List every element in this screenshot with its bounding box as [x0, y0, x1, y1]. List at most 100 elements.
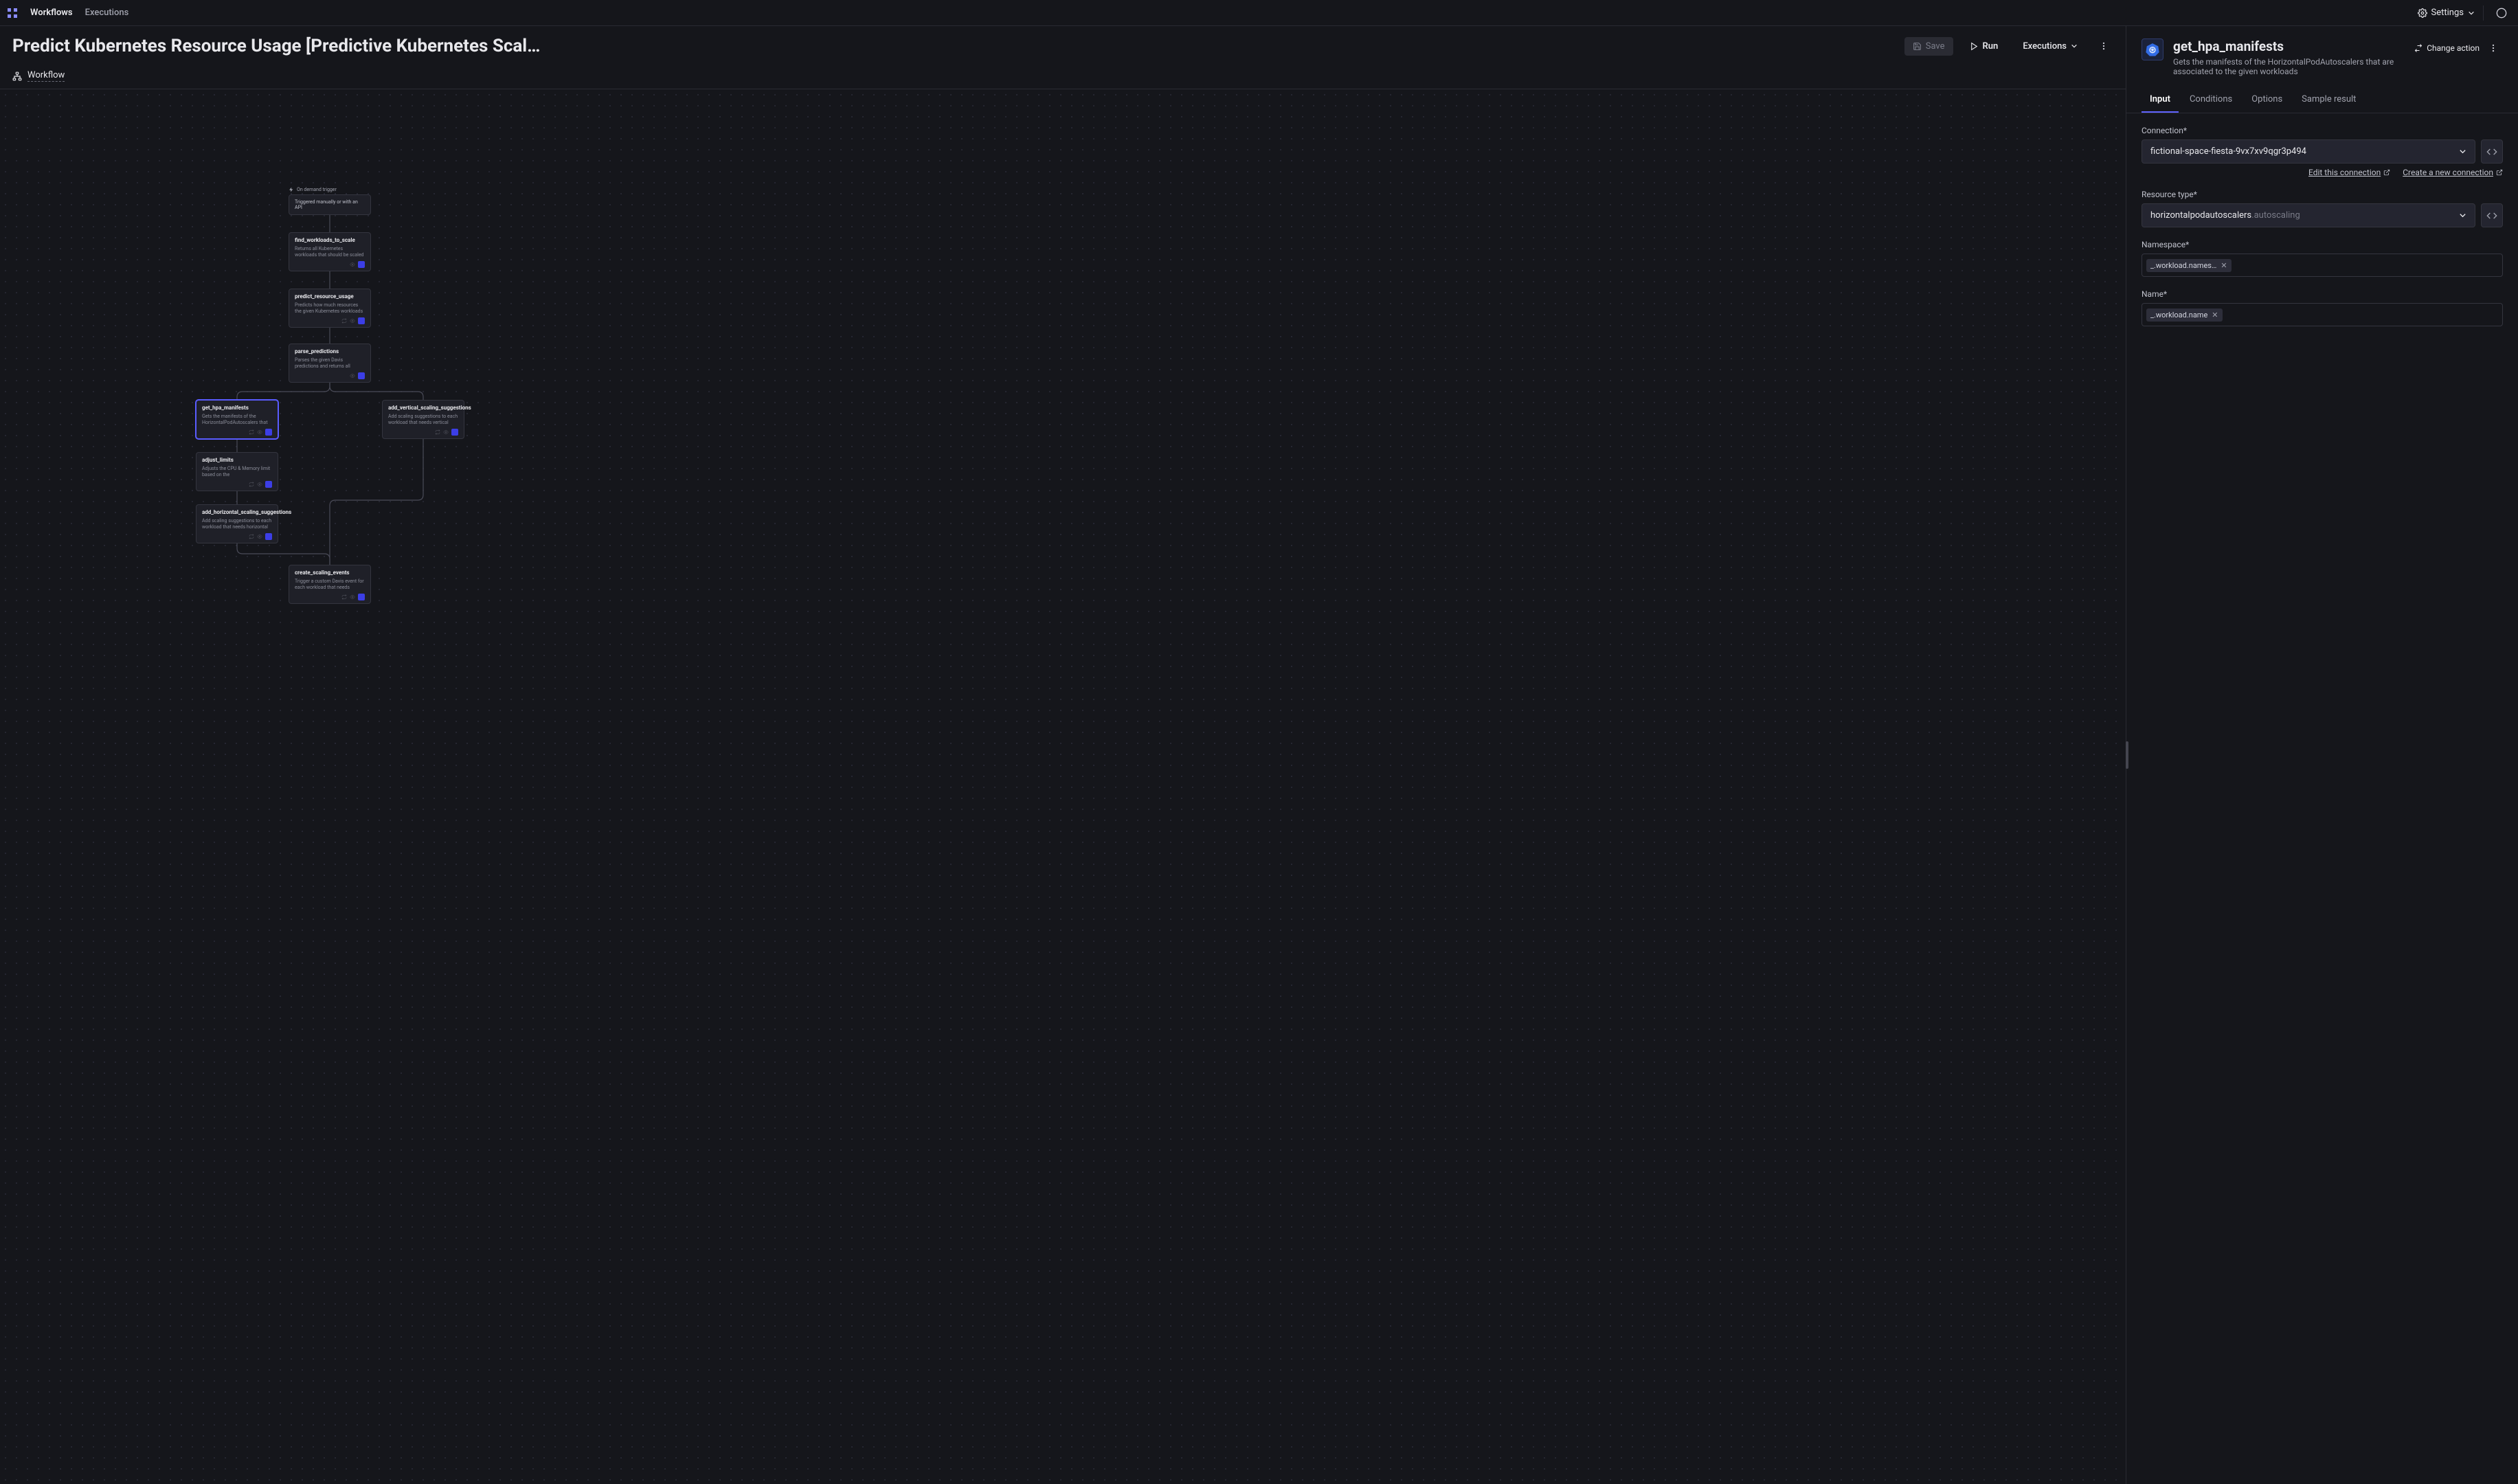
status-badge: [265, 533, 272, 540]
chevron-down-icon: [2459, 148, 2466, 155]
link-label: Edit this connection: [2308, 168, 2381, 177]
node-title: find_workloads_to_scale: [295, 237, 365, 244]
save-label: Save: [1926, 41, 1945, 52]
node-desc: Returns all Kubernetes workloads that sh…: [295, 246, 365, 258]
node-desc: Add scaling suggestions to each workload…: [202, 518, 272, 530]
eye-icon: [257, 429, 262, 435]
external-link-icon: [2496, 169, 2503, 176]
pane-splitter[interactable]: [2126, 741, 2128, 769]
eye-icon: [350, 318, 355, 324]
nav-workflows[interactable]: Workflows: [30, 8, 73, 18]
chip-remove-icon[interactable]: ✕: [2221, 261, 2227, 270]
code-toggle-button[interactable]: [2481, 203, 2503, 227]
connection-select[interactable]: fictional-space-fiesta-9vx7xv9qgr3p494: [2142, 139, 2475, 164]
node-create-scaling-events[interactable]: create_scaling_events Trigger a custom D…: [289, 565, 371, 604]
workflow-breadcrumb[interactable]: Workflow: [27, 70, 65, 82]
change-action-label: Change action: [2427, 43, 2480, 53]
swap-icon: [2414, 44, 2423, 52]
node-adjust-limits[interactable]: adjust_limits Adjusts the CPU & Memory l…: [196, 452, 278, 491]
code-toggle-button[interactable]: [2481, 139, 2503, 164]
change-action-button[interactable]: Change action: [2414, 43, 2480, 53]
field-label: Name*: [2142, 289, 2503, 299]
node-desc: Gets the manifests of the HorizontalPodA…: [202, 414, 272, 426]
link-label: Create a new connection: [2403, 168, 2493, 177]
action-title: get_hpa_manifests: [2173, 38, 2405, 54]
help-icon[interactable]: [2492, 3, 2511, 23]
loop-icon: [341, 594, 347, 600]
resource-type-select[interactable]: horizontalpodautoscalers.autoscaling: [2142, 203, 2475, 227]
executions-dropdown[interactable]: Executions: [2014, 37, 2086, 56]
node-title: get_hpa_manifests: [202, 405, 272, 412]
chevron-down-icon: [2468, 10, 2475, 16]
node-title: add_horizontal_scaling_suggestions: [202, 509, 272, 516]
field-namespace: Namespace* _.workload.names… ✕: [2142, 240, 2503, 277]
chevron-down-icon: [2459, 212, 2466, 219]
node-add-horizontal-scaling[interactable]: add_horizontal_scaling_suggestions Add s…: [196, 504, 278, 543]
node-desc: Adjusts the CPU & Memory limit based on …: [202, 466, 272, 478]
divider: [2483, 5, 2484, 21]
node-title: adjust_limits: [202, 457, 272, 464]
more-menu-button[interactable]: [2094, 36, 2113, 56]
canvas-pane: Predict Kubernetes Resource Usage [Predi…: [0, 26, 2126, 1484]
settings-button[interactable]: Settings: [2418, 8, 2475, 18]
node-get-hpa-manifests[interactable]: get_hpa_manifests Gets the manifests of …: [196, 400, 278, 439]
workflow-canvas[interactable]: On demand trigger Triggered manually or …: [0, 89, 2126, 1484]
eye-icon: [350, 262, 355, 267]
trigger-label: On demand trigger: [297, 187, 337, 192]
node-desc: Add scaling suggestions to each workload…: [388, 414, 458, 426]
action-details-pane: get_hpa_manifests Gets the manifests of …: [2126, 26, 2518, 1484]
trigger-desc: Triggered manually or with an API: [289, 194, 371, 215]
status-badge: [358, 594, 365, 600]
node-title: add_vertical_scaling_suggestions: [388, 405, 458, 412]
expression-chip[interactable]: _.workload.names… ✕: [2146, 259, 2232, 272]
node-find-workloads[interactable]: find_workloads_to_scale Returns all Kube…: [289, 232, 371, 271]
trigger-node[interactable]: On demand trigger Triggered manually or …: [289, 187, 371, 215]
external-link-icon: [2383, 169, 2390, 176]
node-desc: Predicts how much resources the given Ku…: [295, 302, 365, 315]
connection-value: fictional-space-fiesta-9vx7xv9qgr3p494: [2150, 146, 2306, 157]
tab-input[interactable]: Input: [2142, 87, 2179, 113]
action-more-menu[interactable]: [2484, 38, 2503, 58]
eye-icon: [350, 594, 355, 600]
namespace-input[interactable]: _.workload.names… ✕: [2142, 254, 2503, 277]
nav-executions[interactable]: Executions: [85, 8, 129, 18]
code-icon: [2486, 146, 2497, 157]
chip-remove-icon[interactable]: ✕: [2212, 311, 2218, 319]
workflow-title: Predict Kubernetes Resource Usage [Predi…: [12, 36, 1896, 56]
field-label: Namespace*: [2142, 240, 2503, 249]
play-icon: [1970, 42, 1979, 51]
expression-chip[interactable]: _.workload.name ✕: [2146, 308, 2223, 322]
action-tabs: Input Conditions Options Sample result: [2126, 87, 2518, 113]
eye-icon: [257, 534, 262, 539]
node-add-vertical-scaling[interactable]: add_vertical_scaling_suggestions Add sca…: [382, 400, 464, 439]
field-label: Connection*: [2142, 126, 2503, 135]
run-label: Run: [1983, 41, 1999, 52]
eye-icon: [257, 482, 262, 487]
status-badge: [358, 317, 365, 324]
resource-type-value: horizontalpodautoscalers: [2150, 210, 2251, 221]
chip-label: _.workload.name: [2150, 311, 2207, 319]
field-connection: Connection* fictional-space-fiesta-9vx7x…: [2142, 126, 2503, 177]
name-input[interactable]: _.workload.name ✕: [2142, 303, 2503, 326]
node-desc: Trigger a custom Davis event for each wo…: [295, 578, 365, 591]
edit-connection-link[interactable]: Edit this connection: [2308, 168, 2390, 177]
code-icon: [2486, 210, 2497, 221]
tab-conditions[interactable]: Conditions: [2181, 87, 2240, 113]
app-grid-icon[interactable]: [7, 8, 18, 19]
node-predict-resource[interactable]: predict_resource_usage Predicts how much…: [289, 289, 371, 328]
node-parse-predictions[interactable]: parse_predictions Parses the given Davis…: [289, 344, 371, 383]
save-icon: [1913, 42, 1922, 51]
new-connection-link[interactable]: Create a new connection: [2403, 168, 2503, 177]
node-title: create_scaling_events: [295, 570, 365, 576]
eye-icon: [443, 429, 449, 435]
field-name: Name* _.workload.name ✕: [2142, 289, 2503, 326]
settings-label: Settings: [2431, 8, 2464, 18]
lightning-icon: [289, 187, 294, 192]
tab-options[interactable]: Options: [2243, 87, 2291, 113]
tab-sample-result[interactable]: Sample result: [2293, 87, 2364, 113]
status-badge: [358, 261, 365, 268]
loop-icon: [435, 429, 440, 435]
field-label: Resource type*: [2142, 190, 2503, 199]
run-button[interactable]: Run: [1961, 37, 2007, 56]
chip-label: _.workload.names…: [2150, 261, 2216, 270]
